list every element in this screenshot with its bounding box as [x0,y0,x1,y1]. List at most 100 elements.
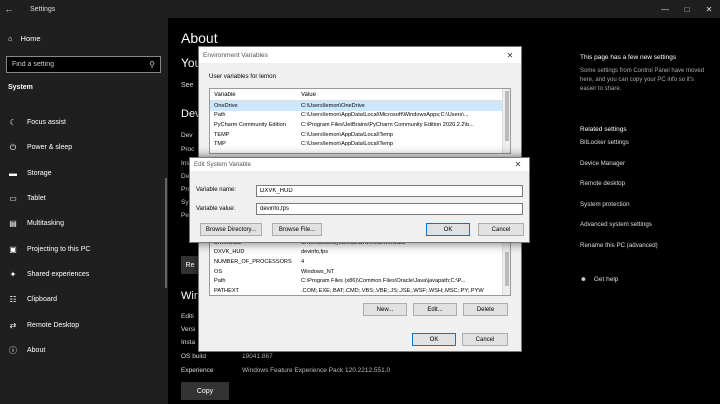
system-variables-list[interactable]: DriverDataC:\Windows\System32\Drivers\Dr… [209,237,511,296]
back-arrow-icon[interactable]: ← [0,4,18,14]
win-spec-row: Experience Windows Feature Experience Pac… [181,367,391,374]
list-header: Variable Value [210,89,510,101]
list-item[interactable]: TMP C:\Users\lemon\AppData\Local\Temp [210,139,510,149]
list-item[interactable]: OS Windows_NT [210,267,510,277]
list-item[interactable]: Path C:\Users\lemon\AppData\Local\Microso… [210,111,510,121]
sidebar-item-remote-desktop[interactable]: ⇄ Remote Desktop [0,312,168,337]
copy-button[interactable]: Copy [181,382,229,400]
sidebar-item-about[interactable]: ⓘ About [0,338,168,363]
sidebar-item-clipboard[interactable]: ☷ Clipboard [0,287,168,312]
win-spec-row: Insta [181,339,196,346]
sidebar-item-label: About [27,346,46,354]
new-variable-button[interactable]: New... [363,303,407,316]
related-settings: Related settings BitLocker settings Devi… [580,126,658,263]
win-spec-row: OS build 19041.867 [181,353,273,360]
os-build-value: 19041.867 [242,353,273,360]
search-input[interactable] [12,61,150,68]
help-icon: ☻ [580,276,587,283]
close-icon[interactable]: ✕ [698,0,720,18]
related-link-system-protection[interactable]: System protection [580,201,658,222]
sidebar-item-label: Focus assist [27,119,66,127]
help-label: Get help [593,276,619,283]
sidebar-home[interactable]: ⌂ Home [8,34,41,43]
variable-value-label: Variable value: [196,206,236,212]
dialog-title: Environment Variables [199,47,521,63]
list-scrollbar[interactable] [502,89,510,153]
info-icon: ⓘ [9,345,17,355]
maximize-icon[interactable]: □ [676,0,698,18]
sidebar-item-label: Power & sleep [27,144,73,152]
user-variables-label: User variables for lemon [209,73,277,80]
list-item[interactable]: NUMBER_OF_PROCESSORS 4 [210,257,510,267]
variable-name-label: Variable name: [196,187,236,193]
home-icon: ⌂ [8,34,13,43]
sidebar-item-multitasking[interactable]: ▤ Multitasking [0,211,168,236]
browse-directory-button[interactable]: Browse Directory... [200,223,262,236]
sidebar-item-projecting[interactable]: ▣ Projecting to this PC [0,236,168,261]
dialog-title: Edit System Variable [190,158,529,171]
delete-variable-button[interactable]: Delete [463,303,508,316]
shared-icon: ✦ [9,269,17,279]
list-item[interactable]: OneDrive C:\Users\lemon\OneDrive [210,101,510,111]
minimize-icon[interactable]: — [654,0,676,18]
sidebar-item-label: Clipboard [27,296,57,304]
sidebar-item-label: Multitasking [27,220,64,228]
search-icon: ⚲ [149,60,155,69]
edit-variable-button[interactable]: Edit... [413,303,457,316]
variable-value-field[interactable] [256,203,523,215]
related-settings-title: Related settings [580,126,627,133]
power-icon: ⏻ [9,142,17,152]
notice-title: This page has a few new settings [580,54,677,61]
sidebar-item-label: Remote Desktop [27,321,80,329]
list-item[interactable]: PyCharm Community Edition C:\Program File… [210,120,510,130]
sidebar-section-title: System [8,84,33,91]
sidebar-scrollbar[interactable] [165,178,167,288]
rename-pc-button[interactable]: Re [181,256,199,274]
variable-name-field[interactable] [256,185,523,197]
list-item[interactable]: PATHEXT .COM;.EXE;.BAT;.CMD;.VBS;.VBE;.JS… [210,286,510,295]
get-help-link[interactable]: ☻ Get help [580,276,618,283]
related-link-bitlocker[interactable]: BitLocker settings [580,139,658,160]
browse-file-button[interactable]: Browse File... [272,223,322,236]
sidebar-nav: ☾ Focus assist ⏻ Power & sleep ▬ Storage ▭ T… [0,110,168,363]
experience-value: Windows Feature Experience Pack 120.2212… [242,367,391,374]
sidebar-item-shared-experiences[interactable]: ✦ Shared experiences [0,262,168,287]
window-controls: — □ ✕ [654,0,720,18]
close-icon[interactable]: ✕ [507,158,529,171]
related-link-advanced-system[interactable]: Advanced system settings [580,221,658,242]
title-bar: ← Settings [0,0,720,18]
sidebar-item-tablet[interactable]: ▭ Tablet [0,186,168,211]
list-item[interactable]: Path C:\Program Files (x86)\Common Files\… [210,276,510,286]
win-spec-row: Editi [181,313,194,320]
sidebar-item-label: Storage [27,169,52,177]
cancel-button[interactable]: Cancel [462,333,508,346]
window-title: Settings [30,5,56,13]
related-link-rename-advanced[interactable]: Rename this PC (advanced) [580,242,658,263]
related-link-device-manager[interactable]: Device Manager [580,160,658,181]
moon-icon: ☾ [9,118,17,128]
security-link-fragment[interactable]: See [181,82,193,89]
sidebar-item-storage[interactable]: ▬ Storage [0,161,168,186]
ok-button[interactable]: OK [412,333,456,346]
remote-icon: ⇄ [9,320,17,330]
related-link-remote-desktop[interactable]: Remote desktop [580,180,658,201]
column-header-variable[interactable]: Variable [210,92,299,98]
spec-row: Dev [181,132,193,139]
list-scrollbar[interactable] [502,238,510,295]
spec-row: Proc [181,146,195,153]
projecting-icon: ▣ [9,244,17,254]
column-header-value[interactable]: Value [299,92,510,98]
sidebar-item-power-sleep[interactable]: ⏻ Power & sleep [0,135,168,160]
list-item[interactable]: DXVK_HUD devinfo,fps [210,248,510,258]
sidebar-item-label: Shared experiences [27,270,90,278]
sidebar: ⌂ Home ⚲ System ☾ Focus assist ⏻ Power & s… [0,18,168,404]
user-variables-list[interactable]: Variable Value OneDrive C:\Users\lemon\On… [209,88,511,154]
sidebar-item-focus-assist[interactable]: ☾ Focus assist [0,110,168,135]
list-item[interactable]: TEMP C:\Users\lemon\AppData\Local\Temp [210,130,510,140]
ok-button[interactable]: OK [426,223,470,236]
search-box[interactable]: ⚲ [6,56,161,73]
clipboard-icon: ☷ [9,295,17,305]
close-icon[interactable]: ✕ [499,47,521,63]
cancel-button[interactable]: Cancel [478,223,524,236]
storage-icon: ▬ [9,168,17,178]
